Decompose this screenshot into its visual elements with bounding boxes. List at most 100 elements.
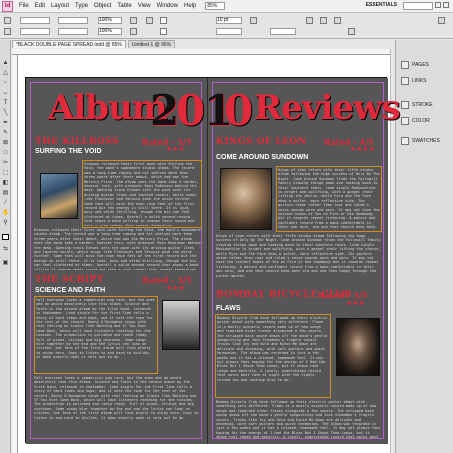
review-3-text-continued: Fall everyone loves a commercial pop roc…	[34, 376, 199, 420]
rotate-icon[interactable]	[130, 17, 137, 24]
review-1-text-continued: Klaxons released their first work with S…	[34, 228, 201, 270]
pencil-tool-icon[interactable]: ✎	[2, 130, 9, 136]
rectangle-tool-icon[interactable]: □	[2, 150, 9, 156]
gradient-tool-icon[interactable]: ◧	[2, 180, 9, 186]
indesign-window: Id File Edit Layout Type Object Table Vi…	[0, 0, 453, 453]
side-panel-dock: PAGES LINKS STROKE COLOR SWATCHES	[395, 40, 453, 453]
review-3-album-cover[interactable]	[162, 300, 200, 350]
menu-edit[interactable]: Edit	[32, 3, 48, 9]
effects-icon[interactable]	[250, 17, 257, 24]
panel-pages[interactable]: PAGES	[398, 58, 452, 72]
workspace-switcher[interactable]: ESSENTIALS	[366, 2, 397, 8]
zoom-tool-icon[interactable]: ⚲	[2, 220, 9, 226]
panel-links[interactable]: LINKS	[398, 74, 452, 88]
menu-window[interactable]: Window	[154, 3, 181, 9]
page-tool-icon[interactable]: ▫	[2, 80, 9, 86]
review-2-stars: ★★★★	[350, 146, 376, 153]
panel-stroke-label: STROKE	[412, 102, 433, 108]
title-digit-1: 2	[150, 86, 180, 135]
fill-swatch-icon[interactable]	[160, 17, 167, 24]
shear-icon[interactable]	[130, 28, 137, 35]
note-tool-icon[interactable]: ▤	[2, 190, 9, 196]
eyedropper-tool-icon[interactable]: ⁄	[2, 200, 9, 206]
align-icon[interactable]	[348, 28, 355, 35]
y-field[interactable]	[20, 28, 50, 35]
type-tool-icon[interactable]: T	[2, 100, 9, 106]
panel-menu-icon[interactable]	[438, 17, 445, 24]
menu-file[interactable]: File	[16, 3, 32, 9]
review-4-text-continued: Bombay Bicycle Club have followed up the…	[216, 400, 381, 438]
menu-bar: Id File Edit Layout Type Object Table Vi…	[0, 0, 453, 13]
fill-color-icon[interactable]	[2, 234, 9, 240]
close-icon[interactable]	[443, 2, 449, 8]
direct-selection-tool-icon[interactable]: △	[2, 70, 9, 76]
reference-point-icon[interactable]	[4, 28, 11, 35]
stroke-swatch-icon[interactable]	[160, 28, 167, 35]
x-field[interactable]	[20, 17, 50, 24]
width-field[interactable]	[58, 17, 88, 24]
tab-untitled-1[interactable]: Untitled-1 @ 96%	[127, 40, 176, 48]
color-icon	[401, 117, 409, 125]
fit-frame-icon[interactable]	[334, 17, 341, 24]
review-4-album: FLAWS	[216, 305, 241, 312]
control-panel: 100% 100% 10 pt	[0, 13, 453, 39]
swap-colors-icon[interactable]: ⇆	[2, 246, 9, 252]
panel-swatches-label: SWATCHES	[412, 138, 440, 144]
review-4-album-cover[interactable]	[336, 318, 380, 376]
review-3-album: SCIENCE AND FAITH	[35, 287, 106, 294]
review-4-text: Bombay Bicycle Club have followed up the…	[217, 316, 328, 382]
review-1-album-cover[interactable]	[40, 173, 78, 219]
line-tool-icon[interactable]: ╲	[2, 110, 9, 116]
stroke-weight-field[interactable]: 10 pt	[216, 17, 242, 24]
panel-color-label: COLOR	[412, 118, 430, 124]
height-field[interactable]	[58, 28, 88, 35]
review-2-album: COME AROUND SUNDOWN	[216, 154, 309, 161]
review-2-album-cover[interactable]	[220, 168, 272, 230]
title-right-word: Reviews	[254, 88, 401, 128]
page-title: Album 2 0 1 0 Reviews	[26, 86, 401, 135]
selection-tool-icon[interactable]: ▲	[2, 60, 9, 66]
shadow-icon[interactable]	[306, 17, 313, 24]
gap-tool-icon[interactable]: ↔	[2, 90, 9, 96]
rectangle-frame-tool-icon[interactable]: ⊠	[2, 140, 9, 146]
review-3-stars: ★★★	[166, 285, 185, 292]
menu-layout[interactable]: Layout	[48, 3, 72, 9]
selection-tool-icon[interactable]	[4, 17, 11, 24]
tools-panel: ▲ △ ▫ ↔ T ╲ ✒ ✎ ⊠ □ ✂ ⬚ ◧ ▤ ⁄ ✋ ⚲ ⇆ ▣	[0, 40, 11, 453]
panel-pages-label: PAGES	[412, 62, 429, 68]
menu-type[interactable]: Type	[72, 3, 91, 9]
opacity-field[interactable]	[270, 28, 296, 35]
panel-color[interactable]: COLOR	[398, 114, 452, 128]
stroke-icon	[401, 101, 409, 109]
review-1-stars: ★★★	[166, 146, 185, 153]
panel-swatches[interactable]: SWATCHES	[398, 134, 452, 148]
stroke-style-select[interactable]	[216, 28, 242, 35]
review-2-text-continued: Kings of Leon return with their fifth st…	[216, 234, 381, 278]
flip-icon[interactable]	[146, 17, 153, 24]
document-tabs: *BLACK DOUBLE PAGE SPREAD.indd @ 85% Unt…	[12, 40, 177, 48]
scale-y-field[interactable]: 100%	[98, 28, 122, 35]
fit-content-icon[interactable]	[320, 17, 327, 24]
scissors-tool-icon[interactable]: ✂	[2, 160, 9, 166]
scale-x-field[interactable]: 100%	[98, 17, 122, 24]
minimize-icon[interactable]	[435, 2, 441, 8]
review-1-artist: THE KILLROSS	[35, 137, 120, 147]
panel-links-label: LINKS	[412, 78, 427, 84]
links-icon	[401, 77, 409, 85]
search-input[interactable]	[403, 2, 433, 10]
hand-tool-icon[interactable]: ✋	[2, 210, 9, 216]
menu-help[interactable]: Help	[181, 3, 199, 9]
title-digit-4: 0	[224, 86, 254, 135]
title-left-word: Album	[48, 88, 168, 128]
free-transform-tool-icon[interactable]: ⬚	[2, 170, 9, 176]
preview-mode-icon[interactable]: ▣	[2, 260, 9, 266]
zoom-select[interactable]: 85%	[205, 2, 226, 10]
menu-object[interactable]: Object	[91, 3, 114, 9]
double-page-spread[interactable]: Album 2 0 1 0 Reviews THE KILLROSS Rated…	[25, 77, 401, 444]
menu-table[interactable]: Table	[114, 3, 134, 9]
menu-view[interactable]: View	[135, 3, 154, 9]
review-4-stars: ★★★	[346, 300, 365, 307]
panel-stroke[interactable]: STROKE	[398, 98, 452, 112]
pen-tool-icon[interactable]: ✒	[2, 120, 9, 126]
tab-black-double-page-spread[interactable]: *BLACK DOUBLE PAGE SPREAD.indd @ 85%	[12, 40, 126, 48]
